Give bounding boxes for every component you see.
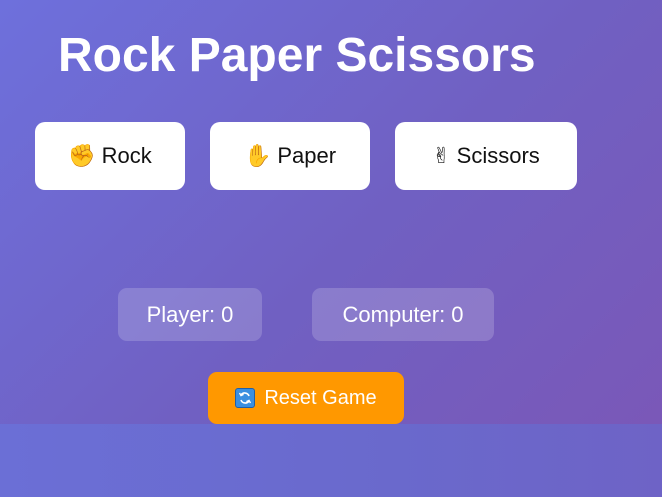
background-footer — [0, 424, 662, 497]
player-score: Player: 0 — [118, 288, 262, 341]
scissors-button[interactable]: ✌ Scissors — [395, 122, 577, 190]
computer-score-label: Computer: — [342, 301, 446, 327]
page-title: Rock Paper Scissors — [58, 29, 536, 82]
player-score-value: 0 — [221, 301, 234, 327]
scissors-button-label: Scissors — [456, 143, 540, 168]
victory-hand-icon: ✌ — [432, 143, 451, 169]
computer-score-value: 0 — [451, 301, 464, 327]
rock-button-label: Rock — [101, 143, 152, 168]
paper-button-label: Paper — [277, 143, 337, 168]
reset-game-button[interactable]: Reset Game — [208, 372, 404, 424]
player-score-label: Player: — [146, 301, 216, 327]
computer-score: Computer: 0 — [312, 288, 494, 341]
refresh-icon — [235, 388, 256, 408]
raised-fist-icon: ✊ — [68, 143, 96, 169]
reset-game-label: Reset Game — [264, 386, 377, 409]
raised-hand-icon: ✋ — [243, 143, 272, 169]
rock-button[interactable]: ✊ Rock — [35, 122, 185, 190]
paper-button[interactable]: ✋ Paper — [210, 122, 370, 190]
